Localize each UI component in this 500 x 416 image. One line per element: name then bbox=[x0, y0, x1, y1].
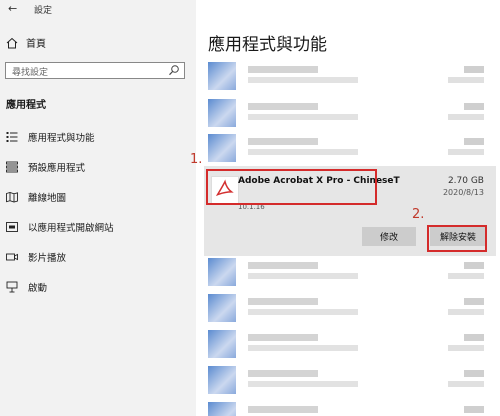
home-label: 首頁 bbox=[26, 39, 46, 50]
app-size: 2.70 GB bbox=[447, 176, 484, 186]
sidebar-item-default-apps[interactable]: 預設應用程式 bbox=[6, 160, 85, 174]
app-list-item[interactable] bbox=[208, 366, 488, 396]
step-1-label: 1. bbox=[190, 152, 203, 167]
app-publisher-redacted bbox=[248, 381, 358, 387]
search-placeholder: 尋找設定 bbox=[12, 68, 49, 78]
app-icon bbox=[208, 258, 236, 286]
web-apps-icon bbox=[6, 222, 18, 232]
home-icon bbox=[6, 37, 18, 48]
app-publisher-redacted bbox=[248, 149, 358, 155]
app-size-redacted bbox=[464, 298, 484, 305]
sidebar-item-startup[interactable]: 啟動 bbox=[6, 280, 47, 294]
app-list-item[interactable] bbox=[208, 402, 488, 416]
app-size-redacted bbox=[464, 370, 484, 377]
back-arrow-icon[interactable]: ← bbox=[8, 2, 17, 15]
app-date-redacted bbox=[448, 345, 484, 351]
app-date-redacted bbox=[448, 273, 484, 279]
app-size-redacted bbox=[464, 334, 484, 341]
app-name-redacted bbox=[248, 103, 318, 110]
app-date-redacted bbox=[448, 309, 484, 315]
app-list-item[interactable] bbox=[208, 330, 488, 360]
app-name-redacted bbox=[248, 406, 318, 413]
sidebar-item-apps-for-websites[interactable]: 以應用程式開啟網站 bbox=[6, 220, 114, 234]
app-date-redacted bbox=[448, 149, 484, 155]
app-publisher-redacted bbox=[248, 114, 358, 120]
app-publisher-redacted bbox=[248, 345, 358, 351]
app-list-item[interactable] bbox=[208, 62, 488, 92]
app-size-redacted bbox=[464, 406, 484, 413]
app-list-item[interactable] bbox=[208, 134, 488, 164]
sidebar-item-label: 應用程式與功能 bbox=[28, 133, 95, 144]
app-name-redacted bbox=[248, 370, 318, 377]
app-name-redacted bbox=[248, 334, 318, 341]
app-icon bbox=[208, 99, 236, 127]
app-icon bbox=[208, 294, 236, 322]
sidebar: ← 設定 首頁 尋找設定 應用程式 應用程式與功能 預設應用程式 離線地圖 以應… bbox=[0, 0, 196, 416]
app-size-redacted bbox=[464, 138, 484, 145]
window-title: 設定 bbox=[34, 6, 53, 16]
sidebar-item-offline-maps[interactable]: 離線地圖 bbox=[6, 190, 66, 204]
app-icon bbox=[208, 62, 236, 90]
app-date-redacted bbox=[448, 77, 484, 83]
step-2-label: 2. bbox=[412, 207, 425, 222]
settings-search-input[interactable]: 尋找設定 bbox=[5, 62, 185, 79]
app-icon bbox=[208, 330, 236, 358]
app-icon bbox=[208, 366, 236, 394]
sidebar-item-label: 以應用程式開啟網站 bbox=[28, 223, 114, 234]
sidebar-item-apps-features[interactable]: 應用程式與功能 bbox=[6, 130, 95, 144]
app-icon bbox=[208, 402, 236, 416]
app-publisher-redacted bbox=[248, 309, 358, 315]
title-bar: ← 設定 bbox=[0, 0, 196, 18]
app-name-redacted bbox=[248, 262, 318, 269]
app-install-date: 2020/8/13 bbox=[442, 188, 484, 197]
app-list-item[interactable] bbox=[208, 99, 488, 129]
app-publisher-redacted bbox=[248, 77, 358, 83]
app-list-item[interactable] bbox=[208, 258, 488, 288]
modify-button[interactable]: 修改 bbox=[362, 227, 416, 246]
app-date-redacted bbox=[448, 114, 484, 120]
app-name-redacted bbox=[248, 66, 318, 73]
app-name-redacted bbox=[248, 138, 318, 145]
default-apps-icon bbox=[6, 161, 18, 173]
app-icon bbox=[208, 134, 236, 162]
map-icon bbox=[6, 192, 18, 203]
video-icon bbox=[6, 253, 18, 261]
search-icon[interactable] bbox=[168, 64, 180, 76]
step-1-highlight-box bbox=[206, 169, 377, 205]
step-2-highlight-box bbox=[427, 225, 487, 252]
apps-list-icon bbox=[6, 132, 18, 142]
app-name-redacted bbox=[248, 298, 318, 305]
app-list-item[interactable] bbox=[208, 294, 488, 324]
page-title: 應用程式與功能 bbox=[208, 35, 327, 55]
home-nav-item[interactable]: 首頁 bbox=[6, 35, 46, 50]
section-heading-apps: 應用程式 bbox=[6, 100, 46, 111]
sidebar-item-label: 離線地圖 bbox=[28, 193, 67, 204]
app-size-redacted bbox=[464, 103, 484, 110]
sidebar-item-label: 影片播放 bbox=[28, 253, 67, 264]
sidebar-item-video-playback[interactable]: 影片播放 bbox=[6, 250, 66, 264]
app-date-redacted bbox=[448, 381, 484, 387]
app-size-redacted bbox=[464, 262, 484, 269]
sidebar-item-label: 啟動 bbox=[28, 283, 48, 294]
main-content: 應用程式與功能 Adobe Acrobat X Pro - ChineseT 2… bbox=[196, 0, 500, 416]
app-size-redacted bbox=[464, 66, 484, 73]
startup-icon bbox=[6, 281, 18, 293]
app-publisher-redacted bbox=[248, 273, 358, 279]
sidebar-item-label: 預設應用程式 bbox=[28, 163, 86, 174]
